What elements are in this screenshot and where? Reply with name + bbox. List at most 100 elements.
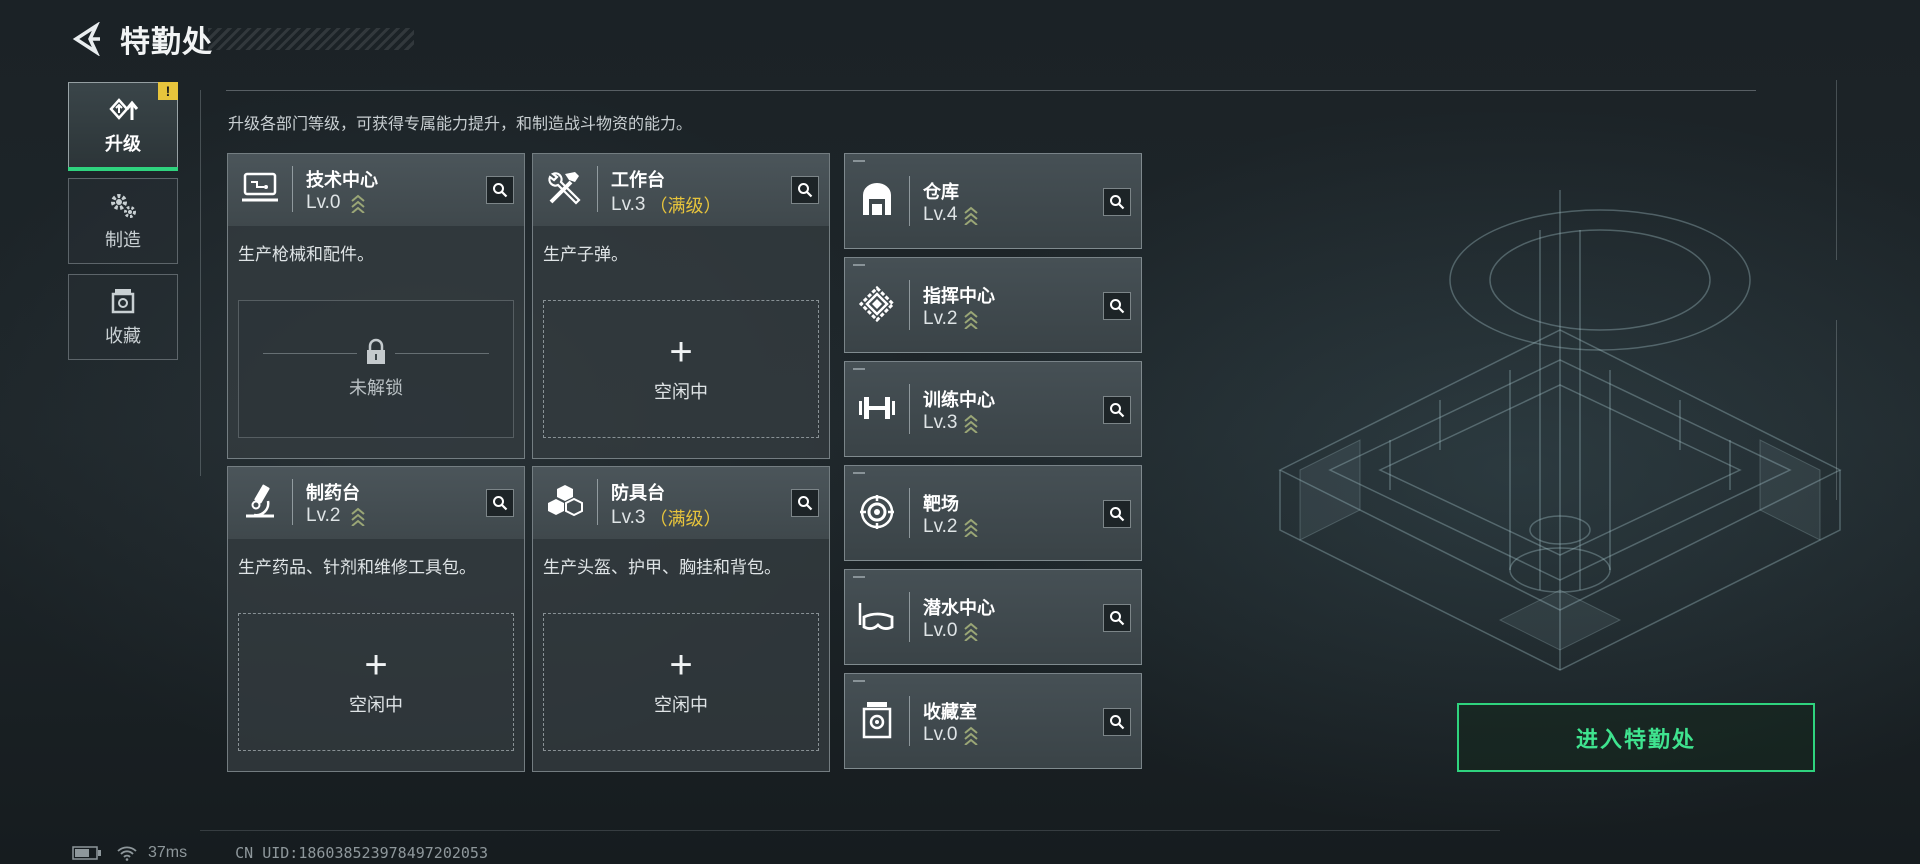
card-header: 技术中心 Lv.0 bbox=[228, 154, 524, 226]
search-button[interactable] bbox=[791, 176, 819, 204]
card-tech-center[interactable]: 技术中心 Lv.0 生产枪械和配件。 未解锁 bbox=[227, 153, 525, 459]
ping-text: 37ms bbox=[148, 844, 188, 861]
card-workbench[interactable]: 工作台 Lv.3 （满级） 生产子弹。 + 空闲中 bbox=[532, 153, 830, 459]
decoration bbox=[853, 576, 865, 578]
level-text: Lv.3 bbox=[611, 507, 646, 528]
search-button[interactable] bbox=[1103, 604, 1131, 632]
tab-label-craft: 制造 bbox=[105, 230, 141, 250]
row-training-center[interactable]: 训练中心 Lv.3 bbox=[844, 361, 1142, 457]
tab-upgrade[interactable]: ! 升级 bbox=[68, 82, 178, 171]
building-level: Lv.3 （满级） bbox=[611, 505, 722, 531]
warehouse-icon bbox=[855, 178, 899, 222]
separator bbox=[909, 384, 910, 434]
decoration bbox=[853, 160, 865, 162]
back-button[interactable] bbox=[68, 20, 106, 58]
collection-icon bbox=[111, 289, 135, 314]
production-slot-idle[interactable]: + 空闲中 bbox=[543, 613, 819, 751]
upgrade-chevron-icon bbox=[963, 726, 978, 745]
search-icon bbox=[1110, 507, 1125, 522]
divider bbox=[226, 90, 1756, 91]
enter-special-ops-button[interactable]: 进入特勤处 bbox=[1457, 703, 1815, 772]
tab-craft[interactable]: 制造 bbox=[68, 178, 178, 264]
row-command-center[interactable]: 指挥中心 Lv.2 bbox=[844, 257, 1142, 353]
row-shooting-range[interactable]: 靶场 Lv.2 bbox=[844, 465, 1142, 561]
divider bbox=[395, 353, 489, 354]
card-pharmacy[interactable]: 制药台 Lv.2 生产药品、针剂和维修工具包。 + 空闲中 bbox=[227, 466, 525, 772]
divider bbox=[263, 353, 357, 354]
slot-status: 空闲中 bbox=[654, 695, 708, 715]
tools-icon bbox=[543, 166, 587, 210]
max-level-tag: （满级） bbox=[649, 196, 722, 216]
chip-icon bbox=[855, 282, 899, 326]
search-icon bbox=[798, 496, 813, 511]
uid-text: CN UID:18603852397849720205З bbox=[235, 844, 488, 862]
card-header: 防具台 Lv.3 （满级） bbox=[533, 467, 829, 539]
level-text: Lv.2 bbox=[923, 308, 958, 329]
building-level: Lv.2 bbox=[923, 516, 978, 538]
building-name: 工作台 bbox=[611, 170, 665, 190]
row-warehouse[interactable]: 仓库 Lv.4 bbox=[844, 153, 1142, 249]
decoration bbox=[1836, 80, 1837, 260]
slot-status: 未解锁 bbox=[349, 378, 403, 398]
building-description: 生产药品、针剂和维修工具包。 bbox=[238, 558, 476, 577]
enter-button-label: 进入特勤处 bbox=[1575, 726, 1696, 752]
level-text: Lv.3 bbox=[923, 412, 958, 433]
search-button[interactable] bbox=[486, 489, 514, 517]
search-button[interactable] bbox=[1103, 292, 1131, 320]
building-level: Lv.0 bbox=[306, 192, 365, 214]
wifi-icon bbox=[117, 846, 137, 861]
search-icon bbox=[1110, 403, 1125, 418]
search-icon bbox=[493, 183, 508, 198]
search-button[interactable] bbox=[1103, 188, 1131, 216]
production-slot-locked: 未解锁 bbox=[238, 300, 514, 438]
search-icon bbox=[1110, 299, 1125, 314]
separator bbox=[597, 166, 598, 212]
tab-collection[interactable]: 收藏 bbox=[68, 274, 178, 360]
building-name: 靶场 bbox=[923, 494, 959, 514]
add-icon: + bbox=[669, 330, 693, 374]
back-arrow-icon bbox=[72, 22, 100, 56]
alert-badge: ! bbox=[158, 82, 178, 100]
separator bbox=[292, 479, 293, 525]
title-decoration bbox=[208, 28, 414, 50]
upgrade-chevron-icon bbox=[963, 518, 978, 537]
level-text: Lv.4 bbox=[923, 204, 958, 225]
page-description: 升级各部门等级，可获得专属能力提升，和制造战斗物资的能力。 bbox=[228, 116, 693, 133]
upgrade-chevron-icon bbox=[350, 194, 365, 213]
production-slot-idle[interactable]: + 空闲中 bbox=[543, 300, 819, 438]
separator bbox=[597, 479, 598, 525]
search-icon bbox=[493, 496, 508, 511]
side-tabs: ! 升级 制造 收藏 bbox=[68, 82, 180, 370]
building-level: Lv.2 bbox=[923, 308, 978, 330]
search-icon bbox=[798, 183, 813, 198]
building-level: Lv.2 bbox=[306, 505, 365, 527]
building-level: Lv.4 bbox=[923, 204, 978, 226]
search-button[interactable] bbox=[791, 489, 819, 517]
max-level-tag: （满级） bbox=[649, 509, 722, 529]
production-slot-idle[interactable]: + 空闲中 bbox=[238, 613, 514, 751]
card-header: 制药台 Lv.2 bbox=[228, 467, 524, 539]
separator bbox=[909, 280, 910, 330]
battery-icon bbox=[72, 846, 101, 860]
search-button[interactable] bbox=[1103, 500, 1131, 528]
search-button[interactable] bbox=[1103, 708, 1131, 736]
row-diving-center[interactable]: 潜水中心 Lv.0 bbox=[844, 569, 1142, 665]
separator bbox=[909, 592, 910, 642]
search-button[interactable] bbox=[1103, 396, 1131, 424]
upgrade-chevron-icon bbox=[963, 414, 978, 433]
status-bar: 37ms CN UID:18603852397849720205З bbox=[72, 844, 488, 862]
decoration bbox=[853, 368, 865, 370]
upgrade-chevron-icon bbox=[963, 206, 978, 225]
card-armor-bench[interactable]: 防具台 Lv.3 （满级） 生产头盔、护甲、胸挂和背包。 + 空闲中 bbox=[532, 466, 830, 772]
building-description: 生产头盔、护甲、胸挂和背包。 bbox=[543, 558, 781, 577]
row-collection-room[interactable]: 收藏室 Lv.0 bbox=[844, 673, 1142, 769]
level-text: Lv.2 bbox=[306, 505, 341, 526]
armor-cubes-icon bbox=[543, 479, 587, 523]
upgrade-chevron-icon bbox=[350, 507, 365, 526]
target-icon bbox=[855, 490, 899, 534]
level-text: Lv.0 bbox=[923, 620, 958, 641]
search-button[interactable] bbox=[486, 176, 514, 204]
decoration bbox=[853, 264, 865, 266]
dumbbell-icon bbox=[855, 386, 899, 430]
level-text: Lv.2 bbox=[923, 516, 958, 537]
